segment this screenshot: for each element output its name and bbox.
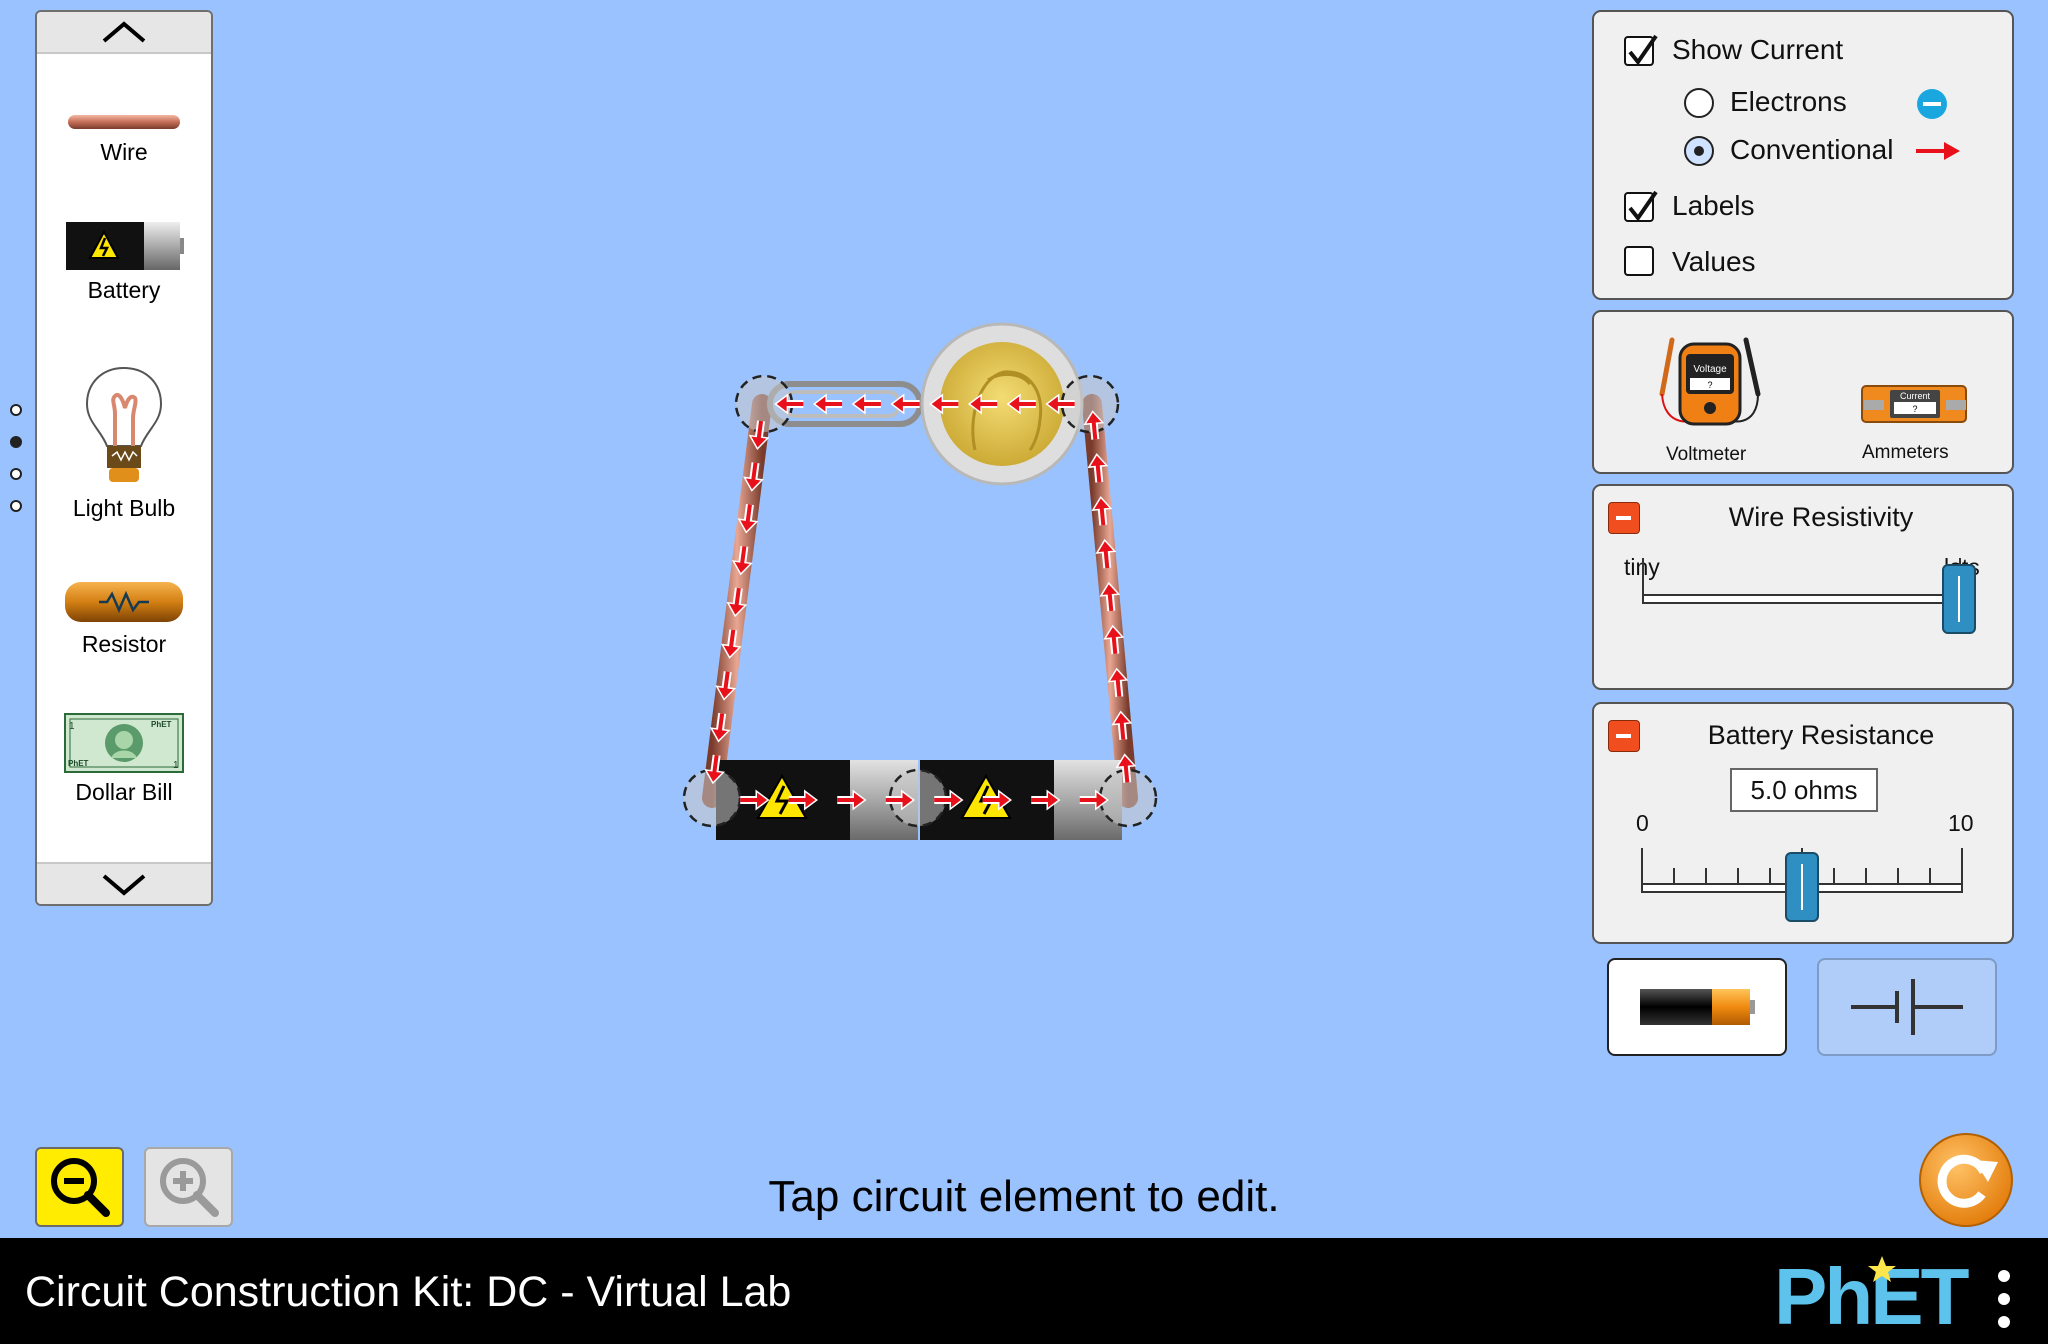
voltmeter-reading: ? bbox=[1707, 380, 1712, 390]
ammeter-label: Ammeters bbox=[1862, 442, 1949, 463]
current-arrow-shaft bbox=[751, 462, 758, 481]
labels-checkbox[interactable] bbox=[1624, 190, 1658, 222]
current-arrow-shaft bbox=[1123, 764, 1130, 783]
electron-icon bbox=[1917, 89, 1947, 119]
phet-logo-icon: PhET bbox=[1774, 1252, 1973, 1341]
ammeter-display-label: Current bbox=[1900, 391, 1931, 401]
battery-resistance-min-label: 0 bbox=[1636, 810, 1649, 836]
current-arrow-shaft bbox=[1099, 507, 1106, 526]
wire-resistivity-title: Wire Resistivity bbox=[1728, 502, 1914, 532]
battery-resistance-readout: 5.0 ohms bbox=[1730, 768, 1878, 812]
current-arrow-shaft bbox=[1111, 635, 1118, 655]
ammeter-icon: Current ? bbox=[1861, 385, 1967, 423]
ammeter-reading: ? bbox=[1912, 404, 1917, 414]
current-arrow-shaft bbox=[712, 754, 719, 774]
conventional-radio[interactable] bbox=[1684, 136, 1714, 166]
current-arrow-shaft bbox=[734, 587, 741, 607]
conventional-label: Conventional bbox=[1730, 134, 1894, 165]
current-arrow-shaft bbox=[745, 504, 752, 523]
options-menu-icon[interactable] bbox=[1992, 1268, 2016, 1330]
current-arrow-shaft bbox=[756, 420, 764, 440]
phet-logo-text: PhET bbox=[1774, 1252, 1970, 1336]
electrons-radio[interactable] bbox=[1684, 88, 1714, 118]
wire-resistivity-panel: Wire Resistivity tiny lots bbox=[1592, 484, 2014, 690]
wire-resistivity-track[interactable] bbox=[1642, 594, 1960, 604]
voltmeter-display-label: Voltage bbox=[1693, 364, 1727, 375]
checkmark-icon bbox=[1628, 190, 1658, 222]
voltmeter-label: Voltmeter bbox=[1666, 444, 1747, 465]
navigation-bar: Circuit Construction Kit: DC - Virtual L… bbox=[0, 1238, 2048, 1344]
schematic-battery-icon bbox=[1851, 979, 1963, 1035]
conventional-arrow-icon bbox=[1916, 142, 1960, 160]
electrons-label: Electrons bbox=[1730, 86, 1847, 117]
current-arrow-shaft bbox=[1107, 592, 1114, 612]
battery-resistance-max-label: 10 bbox=[1948, 810, 1974, 836]
view-options-panel: Show Current Electrons Conventional Labe… bbox=[1592, 10, 2014, 300]
checkmark-icon bbox=[1628, 34, 1658, 66]
labels-label: Labels bbox=[1672, 190, 1755, 221]
wire-resistivity-slider-thumb[interactable] bbox=[1942, 564, 1976, 634]
lifelike-view-button[interactable] bbox=[1607, 958, 1787, 1056]
ammeter-tool[interactable]: Current ? Ammeters bbox=[1860, 382, 1980, 472]
battery-resistance-slider-thumb[interactable] bbox=[1785, 852, 1819, 922]
phet-logo[interactable]: PhET bbox=[1774, 1252, 1974, 1341]
current-arrow-shaft bbox=[1103, 549, 1110, 569]
sim-title: Circuit Construction Kit: DC - Virtual L… bbox=[25, 1268, 792, 1316]
current-arrow-shaft bbox=[740, 546, 747, 565]
lifelike-battery-icon bbox=[1640, 989, 1755, 1025]
battery-resistance-panel: Battery Resistance 5.0 ohms 0 10 bbox=[1592, 702, 2014, 944]
current-arrow-shaft bbox=[728, 629, 736, 649]
current-flow-arrows bbox=[704, 393, 1137, 811]
voltmeter-tool[interactable]: Voltage ? Voltmeter bbox=[1634, 332, 1784, 472]
meters-panel: Voltage ? Voltmeter Current ? Ammeters bbox=[1592, 310, 2014, 474]
current-arrow-shaft bbox=[1119, 721, 1126, 740]
status-message: Tap circuit element to edit. bbox=[768, 1172, 1280, 1221]
reset-all-button[interactable] bbox=[1918, 1132, 2014, 1228]
current-arrow-shaft bbox=[1091, 421, 1098, 440]
current-arrow-shaft bbox=[723, 671, 730, 690]
reset-icon bbox=[1919, 1133, 2013, 1227]
voltmeter-icon: Voltage ? bbox=[1659, 337, 1761, 426]
show-current-label: Show Current bbox=[1672, 34, 1844, 65]
battery-resistance-title: Battery Resistance bbox=[1707, 720, 1935, 750]
current-arrow-shaft bbox=[717, 713, 725, 732]
schematic-view-button[interactable] bbox=[1817, 958, 1997, 1056]
wire-resistivity-min-tick bbox=[1642, 558, 1644, 602]
show-current-checkbox[interactable] bbox=[1624, 34, 1658, 66]
values-checkbox[interactable] bbox=[1624, 246, 1654, 276]
current-arrow-shaft bbox=[1115, 678, 1122, 697]
current-arrow-shaft bbox=[1095, 464, 1102, 483]
values-label: Values bbox=[1672, 246, 1756, 277]
